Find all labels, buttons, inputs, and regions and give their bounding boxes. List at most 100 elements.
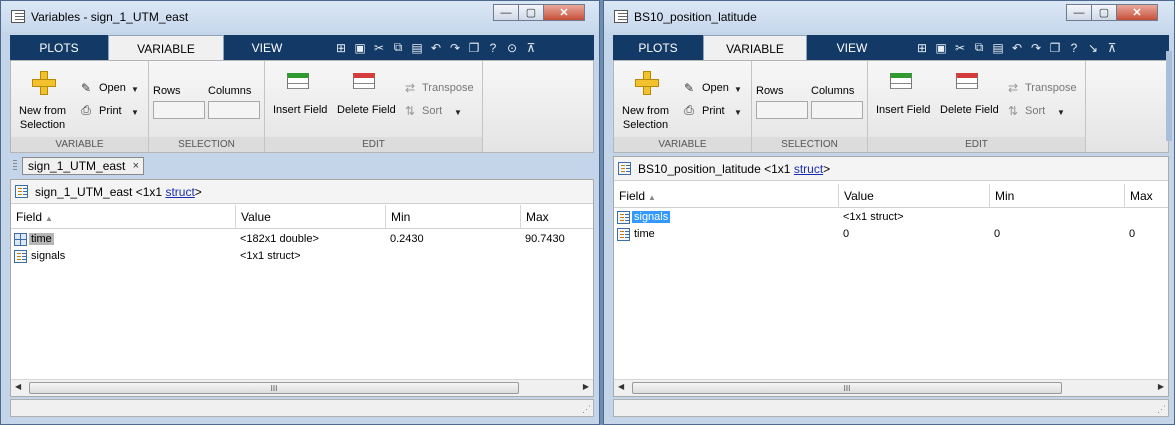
switch-windows-icon[interactable]: ❐ <box>467 41 481 55</box>
paste-icon[interactable]: ▤ <box>410 41 424 55</box>
value-cell[interactable]: <182x1 double> <box>240 231 319 248</box>
open-icon[interactable]: ✎ <box>79 81 93 95</box>
new-variable-icon[interactable]: ⊞ <box>915 41 929 55</box>
undo-icon[interactable]: ↶ <box>1010 41 1024 55</box>
struct-link[interactable]: struct <box>794 162 823 176</box>
scroll-left-arrow-icon[interactable]: ◀ <box>618 382 624 391</box>
maximize-button[interactable]: ▢ <box>1091 4 1117 21</box>
copy-icon[interactable]: ⧉ <box>972 40 986 55</box>
print-dropdown-icon[interactable]: ▼ <box>131 108 139 117</box>
switch-windows-icon[interactable]: ❐ <box>1048 41 1062 55</box>
title-bar[interactable]: Variables - sign_1_UTM_east — ▢ ✕ <box>1 1 599 33</box>
minimize-button[interactable]: — <box>493 4 519 21</box>
scroll-left-arrow-icon[interactable]: ◀ <box>15 382 21 391</box>
minimize-toolstrip-icon[interactable]: ⊼ <box>1105 41 1119 55</box>
print-dropdown-icon[interactable]: ▼ <box>734 108 742 117</box>
horizontal-scrollbar[interactable]: ◀ III ▶ <box>11 379 593 396</box>
field-name-cell[interactable]: signals <box>632 209 671 226</box>
new-variable-icon[interactable]: ⊞ <box>334 41 348 55</box>
scrollbar-thumb[interactable]: III <box>632 382 1062 394</box>
open-button[interactable]: Open <box>99 82 126 94</box>
column-header-value[interactable]: Value <box>236 205 386 229</box>
sort-button[interactable]: Sort <box>422 105 442 117</box>
maximize-button[interactable]: ▢ <box>518 4 544 21</box>
new-from-selection-icon[interactable] <box>32 71 56 95</box>
table-row[interactable]: time <182x1 double> 0.2430 90.7430 <box>11 231 593 248</box>
title-bar[interactable]: BS10_position_latitude — ▢ ✕ <box>604 1 1174 33</box>
value-cell[interactable]: 0 <box>843 226 849 243</box>
tab-plots[interactable]: PLOTS <box>10 35 108 60</box>
max-cell[interactable]: 0 <box>1129 226 1135 243</box>
value-cell[interactable]: <1x1 struct> <box>240 248 301 265</box>
column-header-field[interactable]: Field ▲ <box>614 184 839 208</box>
new-from-selection-button[interactable]: New from Selection <box>19 104 66 132</box>
sort-dropdown-icon[interactable]: ▼ <box>1057 108 1065 117</box>
column-header-min[interactable]: Min <box>990 184 1125 208</box>
undo-icon[interactable]: ↶ <box>429 41 443 55</box>
delete-field-button[interactable]: Delete Field <box>337 104 396 116</box>
delete-field-icon[interactable] <box>956 73 978 89</box>
redo-icon[interactable]: ↷ <box>448 41 462 55</box>
horizontal-scrollbar[interactable]: ◀ III ▶ <box>614 379 1168 396</box>
delete-field-button[interactable]: Delete Field <box>940 104 999 116</box>
rows-field[interactable] <box>756 101 808 119</box>
window-edge-scrollbar[interactable] <box>1166 51 1172 141</box>
redo-icon[interactable]: ↷ <box>1029 41 1043 55</box>
min-cell[interactable]: 0.2430 <box>390 231 424 248</box>
field-name-cell[interactable]: time <box>634 226 655 243</box>
table-row[interactable]: time 0 0 0 <box>614 226 1168 243</box>
print-icon[interactable]: ⎙ <box>79 103 93 117</box>
field-name-cell[interactable]: signals <box>31 248 65 265</box>
copy-icon[interactable]: ⧉ <box>391 40 405 55</box>
struct-link[interactable]: struct <box>165 185 194 199</box>
cut-icon[interactable]: ✂ <box>953 41 967 55</box>
insert-field-button[interactable]: Insert Field <box>273 104 327 116</box>
field-name-cell[interactable]: time <box>29 231 54 248</box>
help-icon[interactable]: ? <box>486 41 500 55</box>
max-cell[interactable]: 90.7430 <box>525 231 565 248</box>
print-button[interactable]: Print <box>702 105 725 117</box>
table-row[interactable]: signals <1x1 struct> <box>614 209 1168 226</box>
save-icon[interactable]: ▣ <box>353 41 367 55</box>
options-dropdown-icon[interactable]: ⊙ <box>505 41 519 55</box>
column-header-value[interactable]: Value <box>839 184 990 208</box>
paste-icon[interactable]: ▤ <box>991 41 1005 55</box>
sort-button[interactable]: Sort <box>1025 105 1045 117</box>
tab-variable[interactable]: VARIABLE <box>703 35 807 61</box>
insert-field-icon[interactable] <box>287 73 309 89</box>
close-window-button[interactable]: ✕ <box>1116 4 1158 21</box>
tab-view[interactable]: VIEW <box>224 35 310 60</box>
tab-view[interactable]: VIEW <box>807 35 897 60</box>
table-row[interactable]: signals <1x1 struct> <box>11 248 593 265</box>
columns-field[interactable] <box>811 101 863 119</box>
scroll-right-arrow-icon[interactable]: ▶ <box>1158 382 1164 391</box>
new-from-selection-button[interactable]: New from Selection <box>622 104 669 132</box>
open-button[interactable]: Open <box>702 82 729 94</box>
help-icon[interactable]: ? <box>1067 41 1081 55</box>
scrollbar-thumb[interactable]: III <box>29 382 519 394</box>
column-header-field[interactable]: Field ▲ <box>11 205 236 229</box>
insert-field-button[interactable]: Insert Field <box>876 104 930 116</box>
column-header-max[interactable]: Max <box>1125 184 1168 208</box>
column-header-max[interactable]: Max <box>521 205 593 229</box>
minimize-button[interactable]: — <box>1066 4 1092 21</box>
open-dropdown-icon[interactable]: ▼ <box>131 85 139 94</box>
new-from-selection-icon[interactable] <box>635 71 659 95</box>
transpose-button[interactable]: Transpose <box>422 82 474 94</box>
column-header-min[interactable]: Min <box>386 205 521 229</box>
min-cell[interactable]: 0 <box>994 226 1000 243</box>
rows-field[interactable] <box>153 101 205 119</box>
sort-dropdown-icon[interactable]: ▼ <box>454 108 462 117</box>
print-icon[interactable]: ⎙ <box>682 103 696 117</box>
tab-variable[interactable]: VARIABLE <box>108 35 224 61</box>
save-icon[interactable]: ▣ <box>934 41 948 55</box>
resize-grip-icon[interactable]: ⋰ <box>582 404 591 415</box>
document-bar-grip[interactable] <box>13 160 17 172</box>
transpose-button[interactable]: Transpose <box>1025 82 1077 94</box>
document-tab[interactable]: sign_1_UTM_east × <box>22 157 144 175</box>
open-icon[interactable]: ✎ <box>682 81 696 95</box>
tab-plots[interactable]: PLOTS <box>613 35 703 60</box>
value-cell[interactable]: <1x1 struct> <box>843 209 904 226</box>
close-document-tab-icon[interactable]: × <box>133 158 139 174</box>
delete-field-icon[interactable] <box>353 73 375 89</box>
